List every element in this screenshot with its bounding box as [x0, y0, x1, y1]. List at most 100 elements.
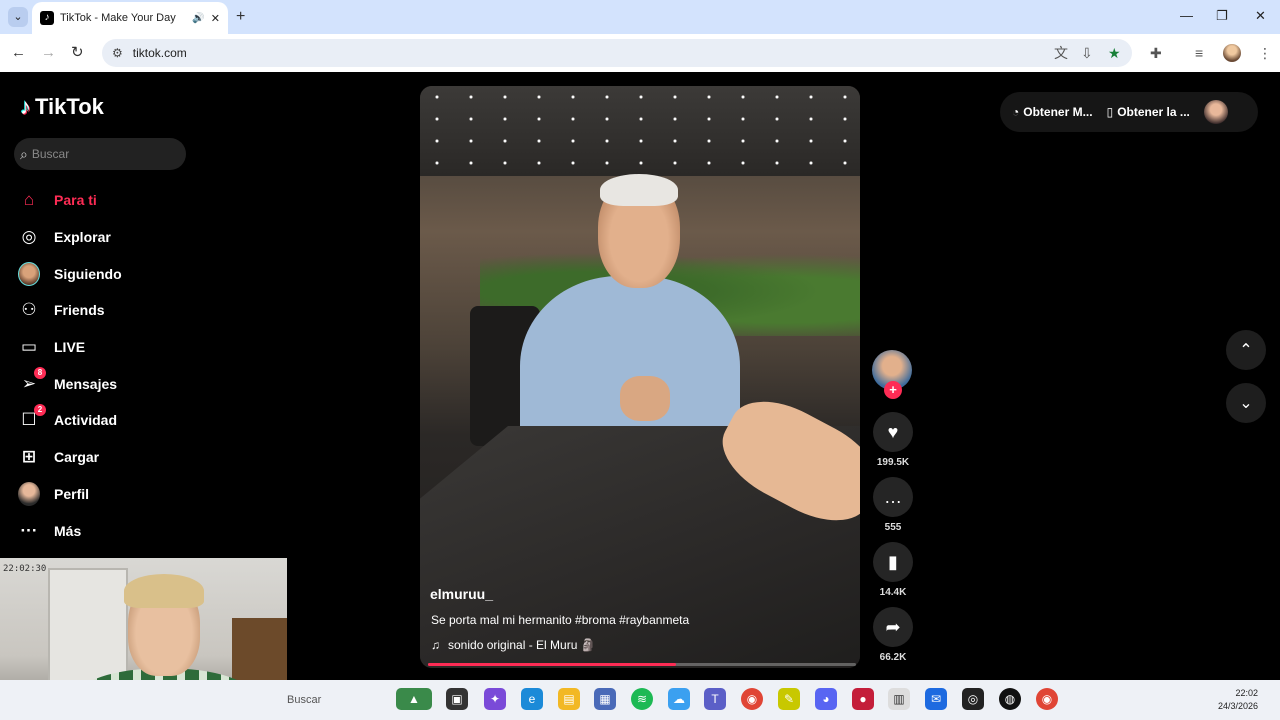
search-box[interactable]: ⌕: [14, 138, 186, 170]
comment-icon[interactable]: …: [873, 477, 913, 517]
video-player[interactable]: [420, 86, 860, 668]
sidebar-item-friends[interactable]: ⚇ Friends: [18, 292, 122, 329]
like-count: 199.5K: [876, 457, 910, 468]
get-app-button[interactable]: ▯ Obtener la ...: [1107, 105, 1190, 119]
among-us-icon[interactable]: ●: [852, 688, 874, 710]
tab-audio-icon[interactable]: 🔊: [192, 13, 204, 24]
sidebar-item-label: Siguiendo: [54, 265, 122, 282]
chrome-profile-icon[interactable]: ◉: [1036, 688, 1058, 710]
video-scene-ceiling: [420, 86, 860, 176]
widgets-icon[interactable]: ▲: [396, 688, 432, 710]
calculator-icon[interactable]: ▦: [594, 688, 616, 710]
tiktok-logo-icon: ♪: [20, 94, 31, 119]
upload-icon: ⊞: [21, 447, 37, 467]
search-input[interactable]: [31, 147, 172, 161]
back-icon[interactable]: ←: [11, 44, 26, 62]
window-close-icon[interactable]: ✕: [1255, 8, 1266, 24]
tab-close-icon[interactable]: ✕: [211, 12, 220, 25]
profile-avatar-icon: [18, 481, 40, 506]
chevron-down-icon: ⌄: [1239, 395, 1253, 412]
menu-icon[interactable]: ⋮: [1258, 44, 1272, 62]
bookmark-icon[interactable]: ▮: [873, 542, 913, 582]
next-video-button[interactable]: ⌄: [1226, 383, 1266, 423]
new-tab-button[interactable]: +: [236, 8, 245, 26]
onedrive-icon[interactable]: ☁: [668, 688, 690, 710]
sidebar-item-cargar[interactable]: ⊞ Cargar: [18, 439, 122, 476]
sidebar-item-live[interactable]: ▭ LIVE: [18, 329, 122, 366]
video-author[interactable]: elmuruu_: [430, 586, 493, 602]
media-control-icon[interactable]: ≡: [1195, 44, 1203, 62]
sidebar-nav: ⌂ Para ti ◎ Explorar Siguiendo ⚇ Friends…: [18, 182, 122, 549]
browser-profile-avatar[interactable]: [1223, 44, 1241, 62]
reload-icon[interactable]: ↻: [71, 44, 84, 62]
webcam-timestamp: 22:02:30: [3, 564, 47, 574]
sidebar-item-label: Cargar: [54, 449, 100, 466]
discord-icon[interactable]: ◕: [815, 688, 837, 710]
sidebar-item-label: Perfil: [54, 485, 90, 502]
translate-icon[interactable]: 文: [1054, 44, 1068, 62]
camera-app-icon[interactable]: ◎: [962, 688, 984, 710]
edge-icon[interactable]: e: [521, 688, 543, 710]
search-icon: ⌕: [20, 145, 28, 162]
site-info-icon[interactable]: ⚙: [112, 46, 123, 60]
forward-icon[interactable]: →: [41, 44, 56, 62]
share-count: 66.2K: [879, 652, 907, 663]
obs-icon[interactable]: ◍: [999, 688, 1021, 710]
sidebar-item-explorar[interactable]: ◎ Explorar: [18, 219, 122, 256]
logo-text: TikTok: [35, 94, 104, 119]
video-progress-fill: [428, 663, 677, 666]
previous-video-button[interactable]: ⌃: [1226, 330, 1266, 370]
follow-plus-icon[interactable]: +: [884, 381, 902, 399]
spotify-icon[interactable]: ≋: [631, 688, 653, 710]
extensions-icon[interactable]: ✚: [1150, 44, 1162, 62]
tab-search-dropdown-icon[interactable]: ⌄: [8, 7, 28, 27]
sidebar-item-actividad[interactable]: ☐ 2 Actividad: [18, 402, 122, 439]
avatar: [18, 261, 40, 286]
comment-action: … 555: [872, 477, 914, 533]
notes-app-icon[interactable]: ✎: [778, 688, 800, 710]
video-progress-bar[interactable]: [428, 663, 856, 666]
get-coins-button[interactable]: ◔ Obtener M...: [1012, 105, 1093, 119]
minimize-icon[interactable]: —: [1180, 8, 1193, 23]
taskbar-search[interactable]: Buscar: [287, 694, 321, 706]
tiktok-logo[interactable]: ♪ TikTok: [20, 94, 104, 120]
save-count: 14.4K: [879, 587, 907, 598]
copilot-icon[interactable]: ✦: [484, 688, 506, 710]
sidebar-item-mensajes[interactable]: ➢ 8 Mensajes: [18, 365, 122, 402]
share-icon[interactable]: ➦: [873, 607, 913, 647]
teams-icon[interactable]: T: [704, 688, 726, 710]
browser-tab[interactable]: ♪ TikTok - Make Your Day 🔊 ✕: [32, 2, 228, 34]
sidebar-item-label: Explorar: [54, 229, 111, 246]
compass-icon: ◎: [21, 227, 37, 247]
taskbar-clock[interactable]: 22:02 24/3/2026: [1218, 687, 1258, 713]
sidebar-item-label: Mensajes: [54, 375, 118, 392]
music-note-icon: ♫: [431, 638, 440, 652]
share-action: ➦ 66.2K: [872, 607, 914, 663]
mail-icon[interactable]: ✉: [925, 688, 947, 710]
sidebar-item-para-ti[interactable]: ⌂ Para ti: [18, 182, 122, 219]
sidebar-item-mas[interactable]: ··· Más: [18, 512, 122, 549]
bookmark-star-icon[interactable]: ★: [1108, 44, 1121, 62]
sidebar-item-label: Para ti: [54, 192, 97, 209]
video-scene-person-hair: [600, 174, 678, 206]
task-view-icon[interactable]: ▣: [446, 688, 468, 710]
address-bar[interactable]: ⚙ tiktok.com: [102, 39, 1132, 67]
avatar[interactable]: [1203, 100, 1228, 124]
install-app-icon[interactable]: ⇩: [1081, 44, 1093, 62]
chrome-icon[interactable]: ◉: [741, 688, 763, 710]
app-icon[interactable]: ▥: [888, 688, 910, 710]
sidebar-item-perfil[interactable]: Perfil: [18, 476, 122, 513]
video-music[interactable]: ♫ sonido original - El Muru 🗿: [431, 638, 596, 652]
url-text: tiktok.com: [132, 46, 187, 60]
restore-icon[interactable]: ❐: [1216, 8, 1228, 24]
heart-icon[interactable]: ♥: [873, 412, 913, 452]
following-avatar-icon: [18, 261, 40, 286]
sidebar-item-label: Actividad: [54, 412, 118, 429]
friends-icon: ⚇: [21, 300, 37, 320]
file-explorer-icon[interactable]: ▤: [558, 688, 580, 710]
sidebar-item-siguiendo[interactable]: Siguiendo: [18, 255, 122, 292]
video-scene-fist: [620, 376, 670, 421]
coin-icon: ◔: [1012, 105, 1020, 119]
clock-date: 24/3/2026: [1218, 701, 1259, 711]
windows-taskbar: Buscar ▲ ▣ ✦ e ▤ ▦ ≋ ☁ T ◉ ✎ ◕ ● ▥ ✉ ◎ ◍…: [0, 680, 1280, 720]
